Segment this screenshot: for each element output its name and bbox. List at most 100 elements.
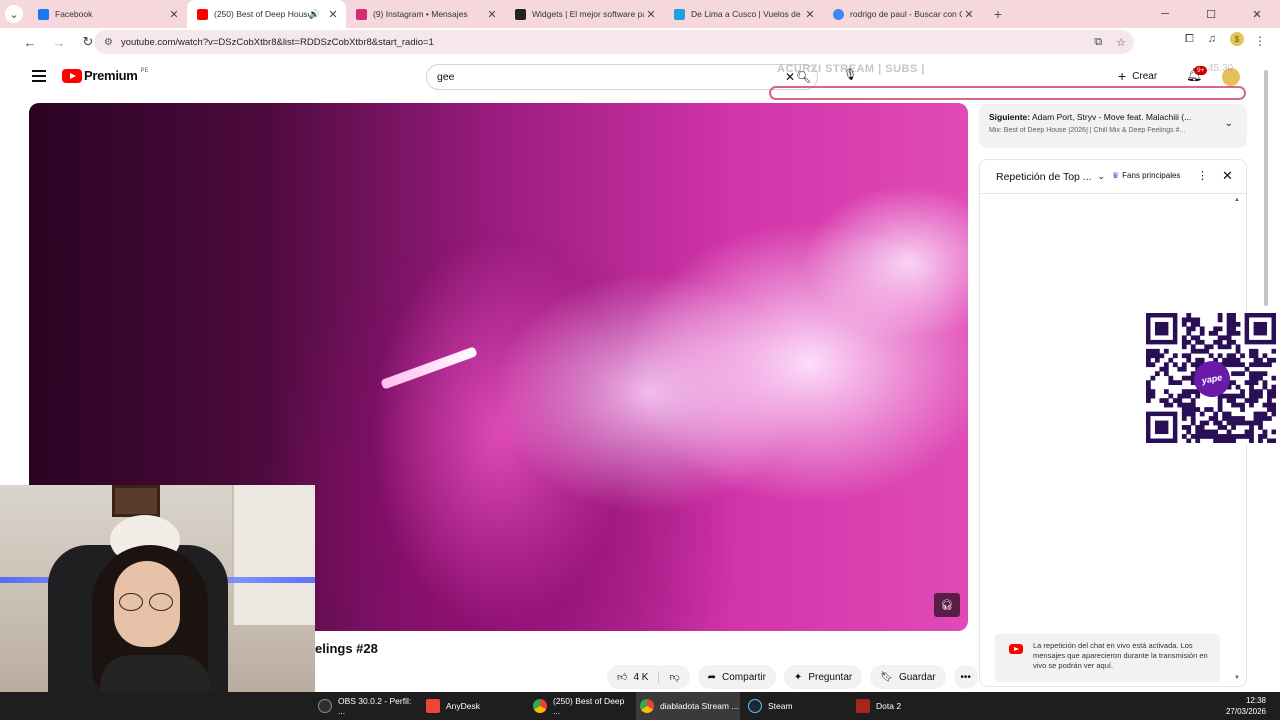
close-icon[interactable]: ✕ [803,8,817,21]
top-fans-badge[interactable]: ♛ Fans principales [1112,171,1180,180]
channel-watermark-icon: 🎧︎ [934,593,960,617]
browser-tabstrip: ⌄ Facebook ✕ (250) Best of Deep House [ … [0,0,1280,28]
share-icon: ➦ [707,671,717,683]
taskbar-obs[interactable]: OBS 30.0.2 - Perfil: ... [318,692,418,720]
taskbar-dota[interactable]: Dota 2 [856,692,956,720]
new-tab-button[interactable]: + [986,6,1010,22]
clock-time: 12:38 [1245,696,1266,705]
maximize-button[interactable]: ☐ [1188,0,1234,28]
back-button[interactable]: ← [18,30,42,54]
system-clock[interactable]: 12:38 27/03/2026 [1226,695,1266,717]
close-icon[interactable]: ✕ [485,8,499,21]
tab-google-search[interactable]: rodrigo de paul - Buscar con G ✕ [823,0,982,28]
chat-replay-notice: La repetición del chat en vivo está acti… [995,634,1220,682]
obs-icon [318,699,332,713]
tab-widgets[interactable]: Widgets | El mejor software pa ✕ [505,0,664,28]
taskbar-anydesk[interactable]: AnyDesk [426,692,526,720]
close-chat-icon[interactable]: ✕ [1222,168,1233,184]
youtube-logo[interactable]: Premium PE [62,68,149,83]
taskbar-label: AnyDesk [446,701,481,711]
tab-instagram[interactable]: (9) Instagram • Mensajes ✕ [346,0,505,28]
widgets-icon [515,8,526,20]
profile-avatar[interactable]: $ [1230,32,1244,46]
background-door [232,485,315,625]
chat-header: Repetición de Top ... ⌄ ♛ Fans principal… [980,160,1246,194]
like-dislike-group: 👍︎ 4 K 👎︎ [607,665,690,689]
scroll-down-icon[interactable]: ▼ [1234,675,1240,681]
chevron-down-icon[interactable]: ⌄ [1098,171,1106,182]
chat-more-icon[interactable]: ⋮ [1197,169,1208,182]
taskbar-label: Dota 2 [876,701,902,711]
more-actions-icon[interactable]: ••• [953,665,978,689]
bookmark-icon: 🔖︎ [880,671,893,683]
flights-icon [674,8,685,20]
youtube-header: Premium PE gee ✕ ACURZI STREAM | SUBS | … [14,56,1262,102]
logo-word: Premium [84,68,138,83]
search-input[interactable]: gee ✕ [426,64,818,90]
steam-icon [748,699,762,713]
minimize-button[interactable]: ─ [1142,0,1188,28]
clock-date: 27/03/2026 [1225,707,1266,716]
ask-button[interactable]: ✦ Preguntar [783,665,863,689]
install-app-icon[interactable]: ⧉ [1094,36,1102,49]
taskbar-chrome-stream[interactable]: diabladota Stream ... [636,692,740,720]
chat-mode-dropdown[interactable]: Repetición de Top ... [996,171,1092,183]
close-icon[interactable]: ✕ [962,8,976,21]
up-next-title: Adam Port, Stryv - Move feat. Malachiii … [1032,112,1192,122]
create-button[interactable]: + Crear [1118,68,1157,84]
tab-title: rodrigo de paul - Buscar con G [850,9,962,19]
glasses-icon [117,593,177,613]
video-frame-detail [380,346,478,390]
taskbar-steam[interactable]: Steam [748,692,848,720]
sparkle-icon: ✦ [793,671,803,683]
close-icon[interactable]: ✕ [167,8,181,21]
yape-qr-code: yape [1146,313,1276,443]
save-button[interactable]: 🔖︎ Guardar [870,665,946,689]
browser-menu-icon[interactable]: ⋮ [1254,34,1266,48]
tab-title: (250) Best of Deep House [ [214,9,309,19]
facebook-icon [38,8,49,20]
up-next-card[interactable]: Siguiente: Adam Port, Stryv - Move feat.… [979,104,1247,148]
notification-badge: 9+ [1194,66,1208,75]
bookmark-star-icon[interactable]: ☆ [1116,36,1126,49]
forward-button[interactable]: → [47,30,71,54]
tab-flights[interactable]: De Lima a Cusco | Vuelos de Gi ✕ [664,0,823,28]
address-bar[interactable]: ⚙ youtube.com/watch?v=DSzCobXtbr8&list=R… [94,30,1134,54]
microphone-icon[interactable]: 🎙︎ [843,68,857,81]
search-icon[interactable]: 🔍︎ [796,70,811,84]
dislike-button[interactable]: 👎︎ [659,671,689,683]
speaker-icon[interactable]: 🔊 [309,9,320,20]
overlay-timer: 45:30 [1208,63,1234,74]
like-count: 4 K [633,671,649,683]
youtube-play-icon [62,68,82,83]
logo-country: PE [140,68,149,74]
extensions-icon[interactable]: ⧠ [1185,33,1194,46]
scrollbar-thumb[interactable] [1264,70,1268,306]
tab-youtube[interactable]: (250) Best of Deep House [ 🔊 ✕ [187,0,346,28]
tab-facebook[interactable]: Facebook ✕ [28,0,187,28]
background-frame [112,485,160,517]
close-icon[interactable]: ✕ [644,8,658,21]
media-controls-icon[interactable]: ♫ [1208,33,1216,45]
fans-label: Fans principales [1122,171,1181,180]
mix-title: Mix: Best of Deep House [2026] | Chill M… [989,127,1186,134]
like-button[interactable]: 👍︎ 4 K [607,671,660,683]
youtube-icon [1009,644,1023,654]
streamer-top [100,655,210,692]
taskbar-label: Steam [768,701,793,711]
chevron-down-icon[interactable]: ⌄ [1225,118,1233,129]
chrome-icon [533,699,547,713]
browser-toolbar: ← → ↻ ⚙ youtube.com/watch?v=DSzCobXtbr8&… [0,28,1280,56]
site-info-icon[interactable]: ⚙ [104,37,113,48]
menu-icon[interactable] [32,70,46,82]
tab-search-button[interactable]: ⌄ [0,0,28,28]
share-button[interactable]: ➦ Compartir [697,665,776,689]
scroll-up-icon[interactable]: ▲ [1234,197,1240,203]
close-icon[interactable]: ✕ [326,8,340,21]
close-window-button[interactable]: ✕ [1234,0,1280,28]
plus-icon: + [1118,68,1127,84]
chevron-down-icon: ⌄ [5,5,23,23]
ask-label: Preguntar [808,671,853,683]
taskbar-chrome-youtube[interactable]: (250) Best of Deep ... [533,692,633,720]
crown-icon: ♛ [1112,171,1120,180]
